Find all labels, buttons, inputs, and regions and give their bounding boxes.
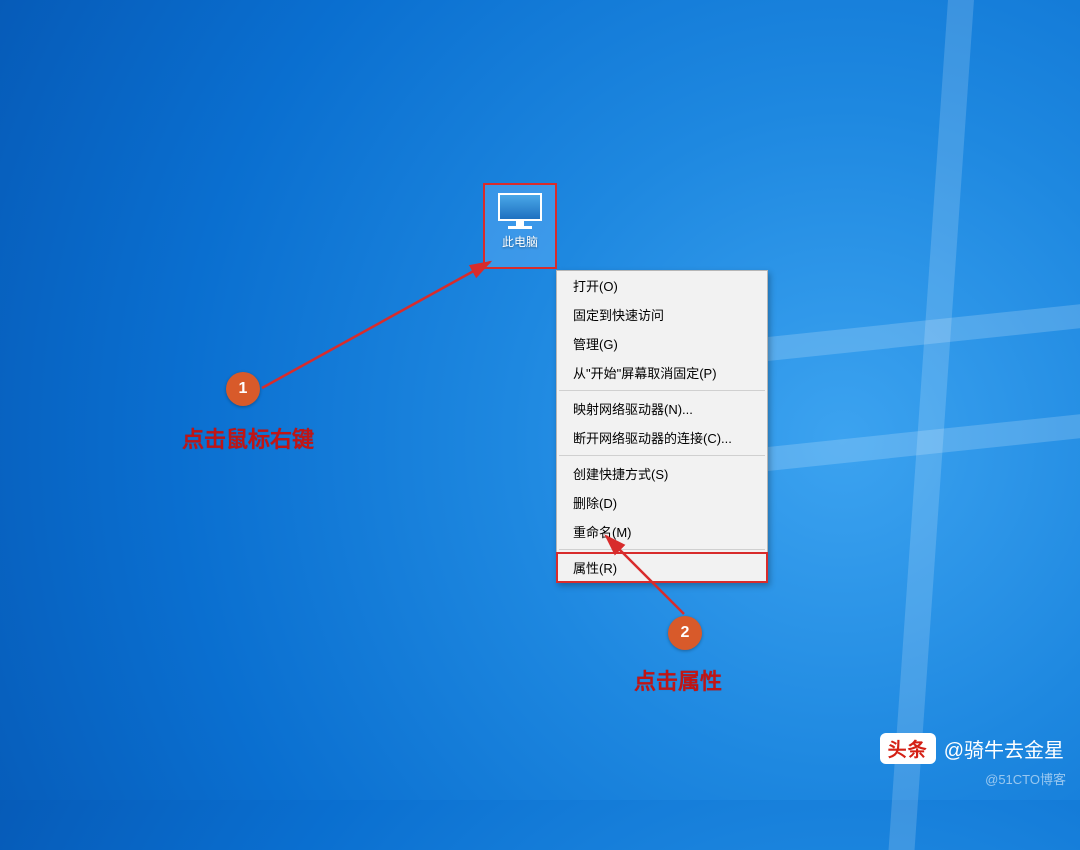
- menu-item-pin-quick-access[interactable]: 固定到快速访问: [557, 300, 767, 329]
- menu-item-open[interactable]: 打开(O): [557, 271, 767, 300]
- toutiao-logo: 头条: [880, 733, 936, 764]
- toutiao-author: @骑牛去金星: [944, 734, 1064, 763]
- menu-item-rename[interactable]: 重命名(M): [557, 517, 767, 546]
- this-pc-label: 此电脑: [485, 233, 555, 250]
- menu-separator: [559, 390, 765, 391]
- annotation-badge-2: 2: [668, 616, 702, 650]
- menu-separator: [559, 549, 765, 550]
- menu-item-properties[interactable]: 属性(R): [557, 553, 767, 582]
- windows-logo-background: [720, 0, 1080, 850]
- menu-item-disconnect-drive[interactable]: 断开网络驱动器的连接(C)...: [557, 423, 767, 452]
- cto-watermark: @51CTO博客: [985, 769, 1066, 788]
- annotation-badge-1: 1: [226, 372, 260, 406]
- this-pc-icon[interactable]: 此电脑: [484, 184, 556, 268]
- menu-item-delete[interactable]: 删除(D): [557, 488, 767, 517]
- context-menu: 打开(O) 固定到快速访问 管理(G) 从"开始"屏幕取消固定(P) 映射网络驱…: [556, 270, 768, 583]
- computer-icon: [498, 193, 542, 229]
- menu-separator: [559, 455, 765, 456]
- menu-item-unpin-start[interactable]: 从"开始"屏幕取消固定(P): [557, 358, 767, 387]
- menu-item-create-shortcut[interactable]: 创建快捷方式(S): [557, 459, 767, 488]
- annotation-text-1: 点击鼠标右键: [182, 422, 314, 454]
- toutiao-watermark: 头条 @骑牛去金星: [880, 733, 1064, 764]
- annotation-text-2: 点击属性: [634, 664, 722, 696]
- annotation-arrows: [0, 0, 1080, 800]
- menu-item-map-drive[interactable]: 映射网络驱动器(N)...: [557, 394, 767, 423]
- menu-item-manage[interactable]: 管理(G): [557, 329, 767, 358]
